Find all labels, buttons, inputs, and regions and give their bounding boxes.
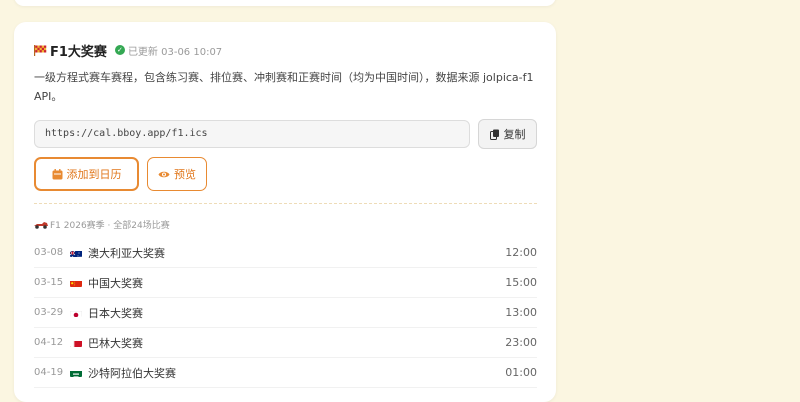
season-label: F1 2026赛季 · 全部24场比赛 xyxy=(50,221,170,231)
card-title: F1大奖赛 xyxy=(50,44,107,60)
subscription-url-field[interactable]: https://cal.bboy.app/f1.ics xyxy=(34,120,470,148)
add-to-calendar-button[interactable]: 添加到日历 xyxy=(34,157,139,191)
check-icon: ✓ xyxy=(114,45,125,55)
previous-card xyxy=(14,0,556,6)
race-date: 04-19 xyxy=(34,367,64,378)
race-time: 13:00 xyxy=(505,306,537,319)
updated-text: 已更新 03-06 10:07 xyxy=(127,46,223,58)
race-date: 03-29 xyxy=(34,307,64,318)
race-name: 沙特阿拉伯大奖赛 xyxy=(88,366,176,380)
race-row[interactable]: 04-19 沙特阿拉伯大奖赛 01:00 xyxy=(34,358,537,388)
bahrain-flag-icon xyxy=(70,339,82,347)
race-row[interactable]: 03-29 日本大奖赛 13:00 xyxy=(34,298,537,328)
race-time: 15:00 xyxy=(505,276,537,289)
race-name: 澳大利亚大奖赛 xyxy=(88,246,165,260)
card-header: F1大奖赛 ✓ 已更新 03-06 10:07 xyxy=(34,42,223,60)
season-header: F1 2026赛季 · 全部24场比赛 xyxy=(34,218,170,231)
preview-button[interactable]: 预览 xyxy=(147,157,207,191)
race-row[interactable]: 03-15 中国大奖赛 15:00 xyxy=(34,268,537,298)
race-date: 03-15 xyxy=(34,277,64,288)
race-name: 中国大奖赛 xyxy=(88,276,143,290)
race-date: 03-08 xyxy=(34,247,64,258)
japan-flag-icon xyxy=(70,309,82,317)
updated-status: ✓ 已更新 03-06 10:07 xyxy=(114,43,223,58)
checkered-flag-icon xyxy=(34,44,47,56)
race-name: 巴林大奖赛 xyxy=(88,336,143,350)
race-time: 23:00 xyxy=(505,336,537,349)
copy-button[interactable]: 复制 xyxy=(478,119,537,149)
eye-icon xyxy=(158,170,170,179)
card-description: 一级方程式赛车赛程，包含练习赛、排位赛、冲刺赛和正赛时间（均为中国时间），数据来… xyxy=(34,71,534,103)
race-row[interactable]: 03-08 澳大利亚大奖赛 12:00 xyxy=(34,238,537,268)
add-to-calendar-label: 添加到日历 xyxy=(66,168,122,181)
calendar-card: F1大奖赛 ✓ 已更新 03-06 10:07 一级方程式赛车赛程，包含练习赛、… xyxy=(14,22,556,402)
preview-label: 预览 xyxy=(174,168,196,181)
china-flag-icon xyxy=(70,279,82,287)
saudi-arabia-flag-icon xyxy=(70,369,82,377)
section-divider xyxy=(34,203,537,204)
copy-label: 复制 xyxy=(503,128,526,141)
copy-icon xyxy=(489,129,500,140)
australia-flag-icon xyxy=(70,249,82,257)
race-time: 01:00 xyxy=(505,366,537,379)
race-time: 12:00 xyxy=(505,246,537,259)
race-date: 04-12 xyxy=(34,337,64,348)
race-row[interactable]: 04-12 巴林大奖赛 23:00 xyxy=(34,328,537,358)
race-car-icon xyxy=(34,221,48,229)
race-list: 03-08 澳大利亚大奖赛 12:00 03-15 中国大奖赛 15:00 03… xyxy=(34,238,537,388)
calendar-icon xyxy=(52,168,63,180)
race-name: 日本大奖赛 xyxy=(88,306,143,320)
